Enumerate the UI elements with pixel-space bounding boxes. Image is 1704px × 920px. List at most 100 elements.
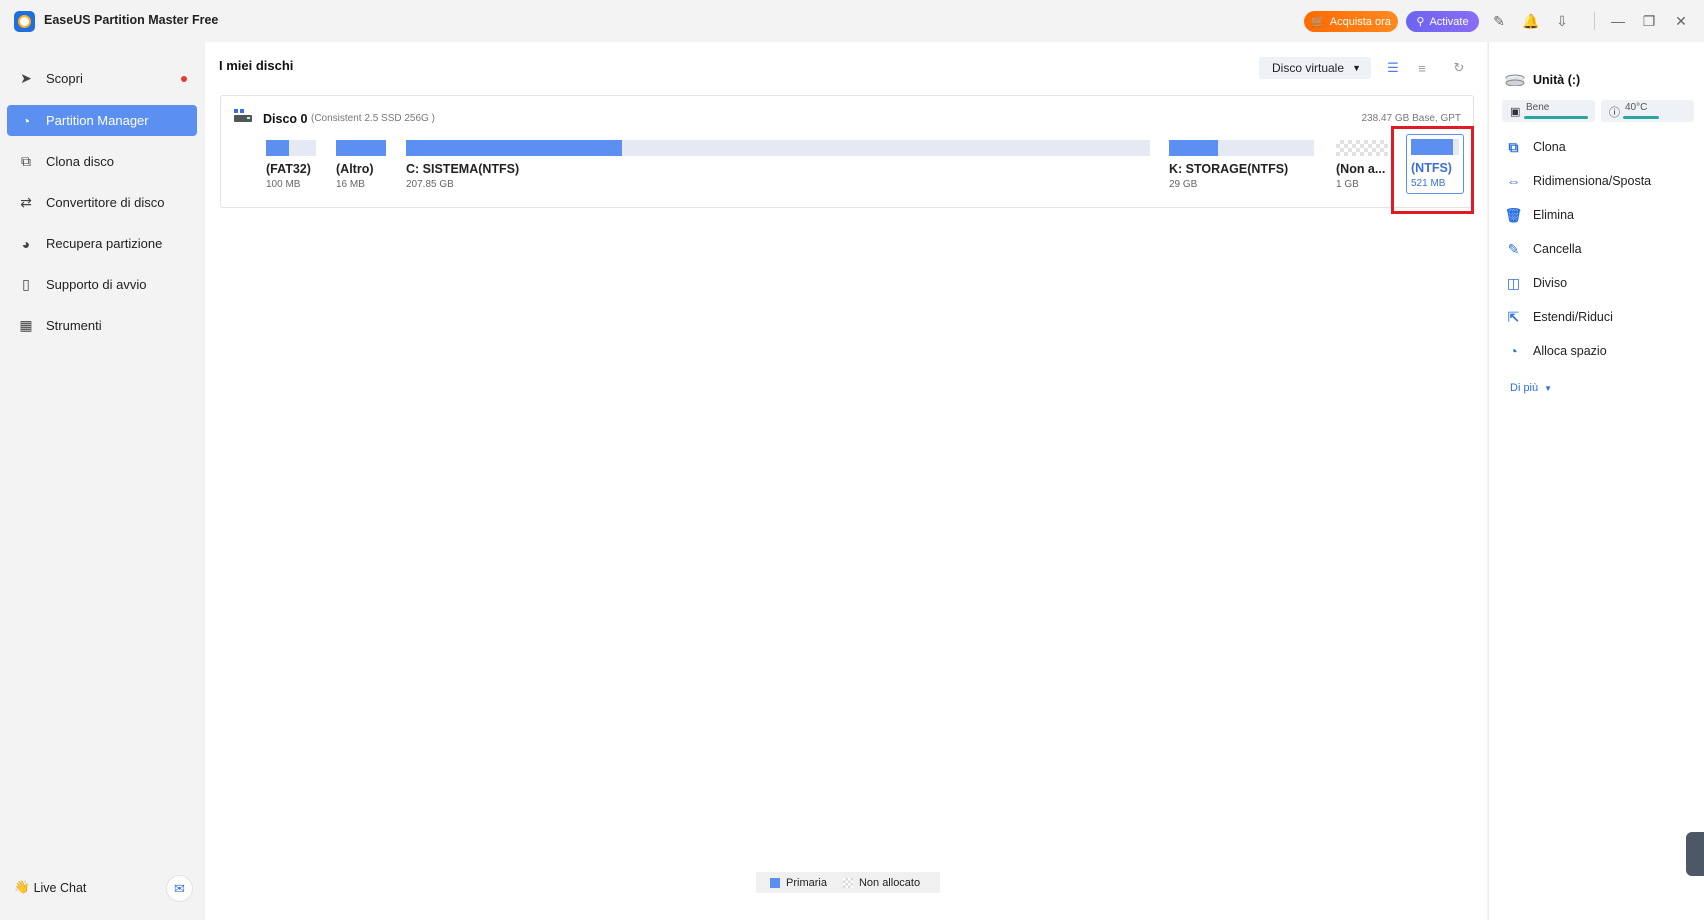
chat-bubble-button[interactable]: ✉	[166, 875, 193, 902]
download-icon[interactable]: ⇩	[1553, 12, 1571, 30]
cart-icon: 🛒	[1311, 16, 1325, 28]
health-bar	[1524, 116, 1588, 119]
resize-icon: ⇔	[1506, 173, 1521, 189]
convert-icon: ⇄	[20, 194, 32, 210]
disk-name: Disco 0	[263, 112, 308, 126]
disk-drive-icon	[234, 109, 252, 122]
sidebar-item-strumenti[interactable]: ▦ Strumenti	[7, 310, 197, 341]
app-logo-icon	[14, 11, 35, 32]
partition-altro[interactable]: (Altro) 16 MB	[336, 140, 386, 190]
legend-primary: Primaria	[770, 877, 827, 889]
disk-card[interactable]: Disco 0 (Consistent 2.5 SSD 256G ) 238.4…	[220, 95, 1474, 208]
action-label: Clona	[1533, 140, 1566, 154]
caret-down-icon: ▼	[1544, 383, 1553, 393]
action-alloca-spazio[interactable]: ◔ Alloca spazio	[1505, 341, 1607, 361]
extend-icon: ⇱	[1507, 308, 1520, 325]
partition-used-fill	[336, 140, 386, 156]
toolbox-icon: ▦	[19, 317, 33, 333]
action-ridimensiona-sposta[interactable]: ⇔ Ridimensiona/Sposta	[1505, 171, 1652, 191]
live-chat-link[interactable]: 👋 Live Chat	[14, 880, 86, 895]
temperature-status: ⓘ 40°C	[1601, 100, 1694, 122]
unallocated-swatch	[842, 877, 853, 888]
sidebar-item-convertitore[interactable]: ⇄ Convertitore di disco	[7, 187, 197, 218]
eraser-icon: ✎	[1507, 240, 1520, 257]
drive-icon	[1505, 74, 1525, 86]
sidebar: ➤ Scopri ◔ Partition Manager ⧉ Clona dis…	[0, 42, 204, 920]
sidebar-item-label: Supporto di avvio	[46, 277, 147, 292]
partition-usage-bar	[1169, 140, 1314, 156]
title-separator	[1594, 12, 1595, 30]
partition-size: 16 MB	[336, 179, 365, 190]
allocate-icon: ◔	[1509, 343, 1518, 359]
main-content: I miei dischi Disco virtuale ▼ ☰ ≡ ↻ Dis…	[205, 42, 1487, 920]
action-label: Elimina	[1533, 208, 1574, 222]
close-icon[interactable]: ✕	[1672, 12, 1690, 30]
page-title: I miei dischi	[219, 58, 294, 73]
chat-icon: ✉	[174, 880, 185, 896]
sidebar-item-recupera[interactable]: ◕ Recupera partizione	[7, 228, 197, 259]
copy-icon: ⧉	[21, 153, 31, 169]
buy-now-button[interactable]: 🛒 Acquista ora	[1304, 11, 1398, 32]
action-label: Ridimensiona/Sposta	[1533, 174, 1652, 188]
health-status: ▣ Bene	[1502, 100, 1595, 122]
feedback-icon[interactable]: ✎	[1490, 12, 1508, 30]
refresh-icon[interactable]: ↻	[1451, 60, 1467, 76]
notification-dot	[181, 76, 187, 82]
partition-c-sistema[interactable]: C: SISTEMA(NTFS) 207.85 GB	[406, 140, 1150, 190]
unit-header: Unità (:)	[1505, 73, 1580, 87]
action-elimina[interactable]: 🗑 Elimina	[1505, 205, 1574, 225]
legend-unallocated: Non allocato	[842, 876, 921, 889]
key-icon: ⚲	[1416, 16, 1425, 28]
minimize-icon[interactable]: —	[1609, 12, 1627, 30]
side-help-widget[interactable]	[1686, 832, 1704, 876]
partition-fat32[interactable]: (FAT32) 100 MB	[266, 140, 316, 190]
partition-label: (Non a...	[1336, 162, 1386, 176]
sidebar-item-supporto-avvio[interactable]: ▯ Supporto di avvio	[7, 269, 197, 300]
sidebar-item-label: Clona disco	[46, 154, 114, 169]
partition-size: 29 GB	[1169, 179, 1198, 190]
action-cancella[interactable]: ✎ Cancella	[1505, 239, 1582, 259]
legend: Primaria Non allocato	[756, 872, 940, 893]
legend-primary-label: Primaria	[786, 876, 827, 889]
partition-label: (Altro)	[336, 162, 374, 176]
live-chat-label: Live Chat	[33, 880, 87, 895]
partition-k-storage[interactable]: K: STORAGE(NTFS) 29 GB	[1169, 140, 1314, 190]
sidebar-item-label: Partition Manager	[46, 113, 149, 128]
sidebar-item-partition-manager[interactable]: ◔ Partition Manager	[7, 105, 197, 136]
list-view-icon[interactable]: ≡	[1414, 60, 1430, 76]
virtual-disk-dropdown[interactable]: Disco virtuale ▼	[1259, 57, 1371, 79]
activate-label: Activate	[1429, 15, 1469, 28]
partition-label: (FAT32)	[266, 162, 311, 176]
highlight-selected-partition	[1391, 126, 1474, 214]
trash-icon: 🗑	[1504, 206, 1523, 223]
partition-usage-bar	[266, 140, 316, 156]
more-actions-link[interactable]: Di più ▼	[1510, 382, 1552, 394]
disk-info: 238.47 GB Base, GPT	[1361, 113, 1462, 124]
partition-unallocated[interactable]: (Non a... 1 GB	[1336, 140, 1388, 190]
sidebar-item-clona-disco[interactable]: ⧉ Clona disco	[7, 146, 197, 177]
action-clona[interactable]: ⧉ Clona	[1505, 137, 1566, 157]
activate-button[interactable]: ⚲ Activate	[1406, 11, 1479, 32]
action-estendi-riduci[interactable]: ⇱ Estendi/Riduci	[1505, 307, 1613, 327]
action-label: Alloca spazio	[1533, 344, 1607, 358]
compass-icon: ➤	[20, 70, 32, 86]
sidebar-item-label: Convertitore di disco	[46, 195, 165, 210]
legend-unallocated-label: Non allocato	[858, 876, 921, 889]
bell-icon[interactable]: 🔔	[1522, 12, 1540, 30]
action-diviso[interactable]: ◫ Diviso	[1505, 273, 1567, 293]
title-bar: EaseUS Partition Master Free 🛒 Acquista …	[0, 0, 1704, 42]
unit-title: Unità (:)	[1533, 73, 1581, 87]
action-label: Estendi/Riduci	[1533, 310, 1613, 324]
action-label: Diviso	[1533, 276, 1568, 290]
split-icon: ◫	[1506, 274, 1521, 291]
usb-icon: ▯	[22, 276, 30, 292]
caret-down-icon: ▼	[1352, 63, 1361, 73]
more-label: Di più	[1510, 382, 1539, 394]
action-label: Cancella	[1533, 242, 1582, 256]
sidebar-item-scopri[interactable]: ➤ Scopri	[7, 63, 197, 94]
card-view-icon[interactable]: ☰	[1385, 60, 1401, 76]
partition-size: 100 MB	[266, 179, 301, 190]
clone-icon: ⧉	[1508, 138, 1519, 155]
partition-used-fill	[406, 140, 622, 156]
restore-icon[interactable]: ❐	[1640, 12, 1658, 30]
